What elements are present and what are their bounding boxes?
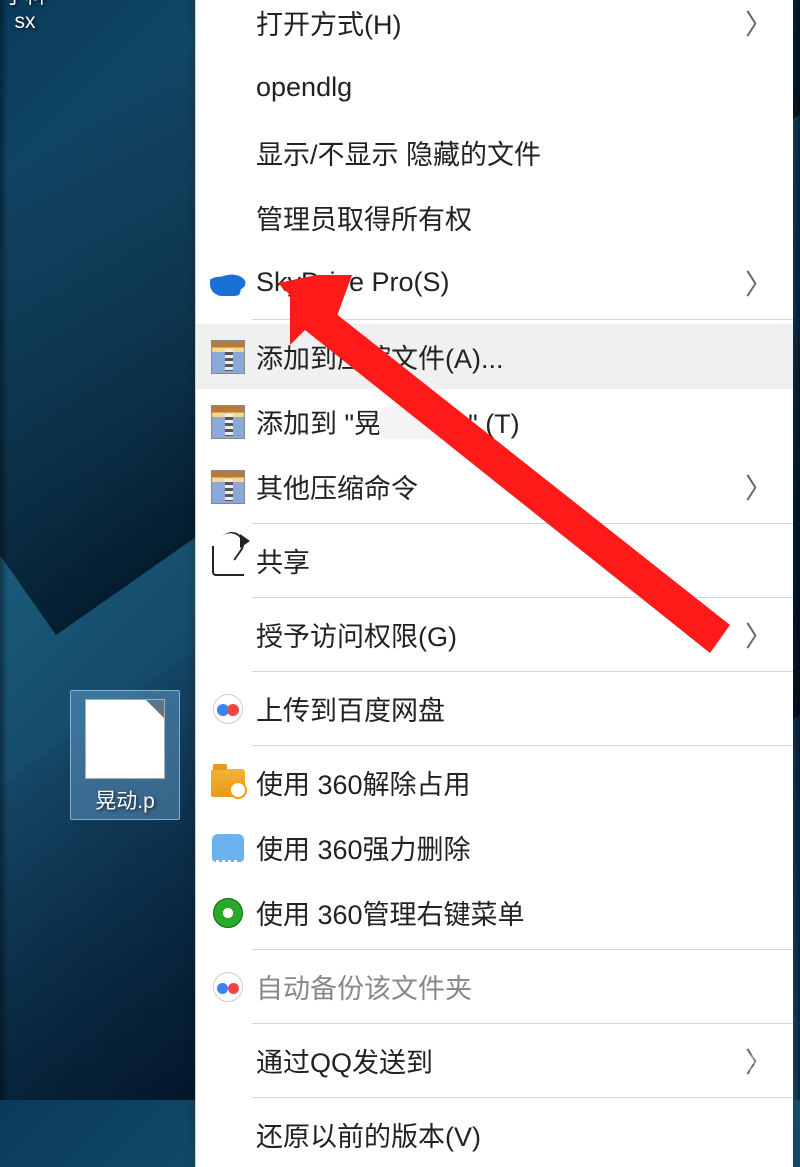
menu-label: 自动备份该文件夹 <box>252 967 743 1006</box>
menu-separator <box>252 1023 793 1024</box>
menu-label: SkyDrive Pro(S) <box>252 267 743 298</box>
baidu-netdisk-icon <box>213 972 243 1002</box>
menu-item-360-force-delete[interactable]: 使用 360强力删除 <box>196 815 793 880</box>
menu-separator <box>252 745 793 746</box>
archive-icon <box>211 405 245 439</box>
menu-label: 使用 360管理右键菜单 <box>252 893 743 932</box>
skydrive-cloud-icon <box>210 270 246 296</box>
menu-label: 添加到 "晃ip" (T) <box>252 402 743 441</box>
menu-separator <box>252 319 793 320</box>
redacted-text <box>379 407 449 439</box>
menu-item-restore-previous[interactable]: 还原以前的版本(V) <box>196 1102 793 1167</box>
watermark-text: 经验 <box>718 1038 780 1082</box>
desktop-file-icon-partial[interactable]: 子科 sx <box>0 0 80 34</box>
file-label-line: sx <box>0 10 80 34</box>
watermark-text: Bai <box>620 1048 670 1082</box>
paw-icon <box>676 1052 712 1082</box>
menu-separator <box>252 949 793 950</box>
menu-item-opendlg[interactable]: opendlg <box>196 55 793 120</box>
baidu-netdisk-icon <box>213 694 243 724</box>
menu-separator <box>252 671 793 672</box>
menu-item-open-with[interactable]: 打开方式(H) 〉 <box>196 0 793 55</box>
menu-item-other-compress[interactable]: 其他压缩命令 〉 <box>196 454 793 519</box>
file-icon <box>85 699 165 779</box>
edge-shadow <box>792 0 800 1100</box>
file-label-line: 子科 <box>0 0 80 10</box>
menu-label: 还原以前的版本(V) <box>252 1115 743 1154</box>
edge-shadow <box>0 0 8 1100</box>
menu-label: 使用 360解除占用 <box>252 763 743 802</box>
menu-item-360-manage-menu[interactable]: 使用 360管理右键菜单 <box>196 880 793 945</box>
chevron-right-icon: 〉 <box>743 615 773 655</box>
menu-item-admin-ownership[interactable]: 管理员取得所有权 <box>196 185 793 250</box>
menu-item-grant-access[interactable]: 授予访问权限(G) 〉 <box>196 602 793 667</box>
menu-separator <box>252 523 793 524</box>
chevron-right-icon: 〉 <box>743 3 773 43</box>
share-icon <box>212 546 244 576</box>
file-label: 晃动.p <box>75 785 175 815</box>
menu-item-toggle-hidden[interactable]: 显示/不显示 隐藏的文件 <box>196 120 793 185</box>
menu-item-upload-baidu[interactable]: 上传到百度网盘 <box>196 676 793 741</box>
menu-separator <box>252 1097 793 1098</box>
menu-label: 其他压缩命令 <box>252 467 743 506</box>
folder-lock-icon <box>211 769 245 797</box>
menu-label: 授予访问权限(G) <box>252 615 743 654</box>
menu-label: 使用 360强力删除 <box>252 828 743 867</box>
menu-label: 管理员取得所有权 <box>252 198 743 237</box>
shredder-icon <box>212 834 244 862</box>
menu-label: opendlg <box>252 72 743 103</box>
watermark: Bai 经验 <box>620 1038 780 1082</box>
menu-item-share[interactable]: 共享 <box>196 528 793 593</box>
menu-item-360-unlock[interactable]: 使用 360解除占用 <box>196 750 793 815</box>
chevron-right-icon: 〉 <box>743 263 773 303</box>
menu-label: 显示/不显示 隐藏的文件 <box>252 133 743 172</box>
menu-label: 打开方式(H) <box>252 3 743 42</box>
menu-separator <box>252 597 793 598</box>
archive-icon <box>211 470 245 504</box>
chevron-right-icon: 〉 <box>743 467 773 507</box>
context-menu: 打开方式(H) 〉 opendlg 显示/不显示 隐藏的文件 管理员取得所有权 … <box>195 0 793 1167</box>
menu-item-auto-backup: 自动备份该文件夹 <box>196 954 793 1019</box>
menu-item-skydrive[interactable]: SkyDrive Pro(S) 〉 <box>196 250 793 315</box>
menu-item-add-to-archive[interactable]: 添加到压缩文件(A)... <box>196 324 793 389</box>
360-shield-icon <box>213 898 243 928</box>
menu-label: 添加到压缩文件(A)... <box>252 337 743 376</box>
archive-icon <box>211 340 245 374</box>
menu-label: 共享 <box>252 541 743 580</box>
menu-label: 上传到百度网盘 <box>252 689 743 728</box>
desktop-file-icon-selected[interactable]: 晃动.p <box>70 690 180 820</box>
menu-item-add-to-named-zip[interactable]: 添加到 "晃ip" (T) <box>196 389 793 454</box>
